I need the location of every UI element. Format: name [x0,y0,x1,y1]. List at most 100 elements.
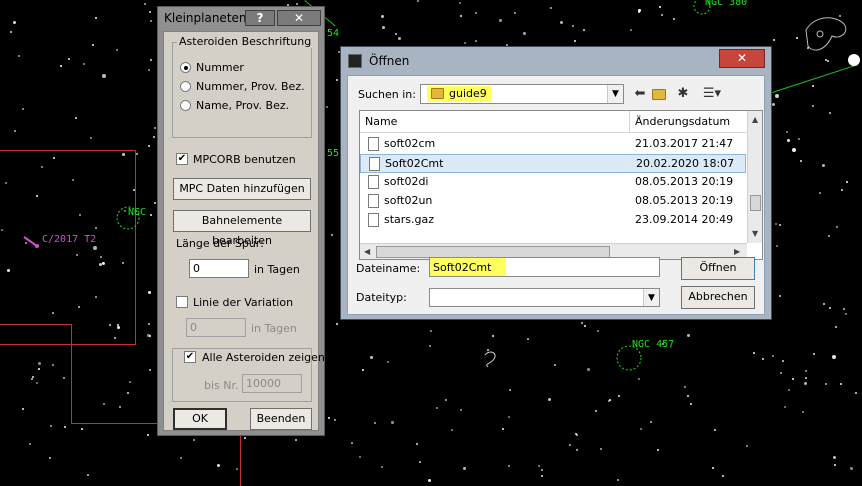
star [382,26,385,29]
back-icon[interactable]: ⬅ [632,86,648,102]
star [60,65,62,67]
sky-chart-background[interactable]: NGC 380 NGC NGC 457 54 55 C/2017 T2 Klei… [0,0,862,486]
star [36,195,38,197]
star [775,94,779,98]
star [475,12,477,14]
variation-label[interactable]: Linie der Variation [193,296,293,309]
star [87,474,89,476]
abbrechen-button[interactable]: Abbrechen [681,286,755,309]
star [419,461,421,463]
star [150,59,152,61]
help-button[interactable]: ? [245,10,275,26]
star [762,358,764,360]
star [550,7,552,9]
star [127,392,129,394]
close-button[interactable]: ✕ [719,49,765,68]
variation-input: 0 [186,318,246,337]
file-row[interactable]: soft02di 08.05.2013 20:19 [360,173,746,192]
star [587,368,590,371]
ok-button[interactable]: OK [173,408,227,430]
bahnelemente-bearbeiten-button[interactable]: Bahnelemente bearbeiten [173,210,311,247]
radio-nummer-prov-bez[interactable] [180,81,191,92]
view-menu-icon[interactable]: ☰▾ [699,86,725,102]
beenden-button[interactable]: Beenden [250,408,312,430]
vertical-scrollbar[interactable]: ▲ ▼ [747,111,762,243]
chevron-down-icon[interactable]: ▼ [643,289,659,306]
mpcorb-label[interactable]: MPCORB benutzen [193,153,296,166]
star [638,378,640,380]
star [780,372,782,374]
star [792,148,796,152]
star [832,355,836,359]
star [459,2,461,4]
comet-label[interactable]: C/2017 T2 [42,234,96,245]
oeffnen-button[interactable]: Öffnen [681,257,755,280]
star [41,166,43,168]
file-row[interactable]: soft02cm 21.03.2017 21:47 [360,135,746,154]
star [429,345,431,347]
star [236,468,238,470]
star [103,403,105,405]
file-name: soft02di [384,175,429,188]
star [217,464,220,467]
star [398,37,401,40]
star [514,12,516,14]
star [819,192,821,194]
file-name: soft02un [384,194,433,207]
radio-name-prov-bez[interactable] [180,100,191,111]
star [116,49,118,51]
radio-nummer-prov-bez-label[interactable]: Nummer, Prov. Bez. [196,80,305,93]
radio-nummer[interactable] [180,62,191,73]
column-date[interactable]: Änderungsdatum [630,111,746,133]
spur-input[interactable]: 0 [189,259,249,278]
oeffnen-titlebar[interactable]: Öffnen ✕ [341,47,771,75]
scroll-up-icon[interactable]: ▲ [752,115,758,124]
star [49,457,51,459]
radio-name-prov-bez-label[interactable]: Name, Prov. Bez. [196,99,289,112]
star-label-54: 54 [327,28,340,39]
up-folder-icon[interactable] [651,86,667,102]
dialog-title: Kleinplaneten [164,11,247,25]
scroll-down-icon[interactable]: ▼ [752,229,758,238]
mpcorb-checkbox[interactable]: ✔ [176,153,188,165]
close-button[interactable]: ✕ [277,10,321,26]
alle-asteroiden-label[interactable]: Alle Asteroiden zeigen [202,351,325,364]
star [460,15,462,17]
kleinplaneten-client: Asteroiden Beschriftung Nummer Nummer, P… [163,31,325,431]
star [499,19,502,22]
variation-checkbox[interactable] [176,296,188,308]
star [63,377,65,379]
alle-asteroiden-checkbox[interactable]: ✔ [184,351,196,363]
star [149,369,151,371]
scroll-right-icon[interactable]: ▶ [734,247,740,256]
suchen-in-combo[interactable]: guide9 ▼ [420,84,624,104]
star [102,74,106,78]
star [841,189,843,191]
radio-nummer-label[interactable]: Nummer [196,61,244,74]
star [843,308,845,310]
file-row[interactable]: Soft02Cmt 20.02.2020 18:07 [360,154,746,173]
comet-icon[interactable] [22,235,40,249]
kleinplaneten-titlebar[interactable]: Kleinplaneten ? ✕ [158,7,324,29]
scroll-left-icon[interactable]: ◀ [364,247,370,256]
vertical-scroll-thumb[interactable] [750,195,761,211]
star [328,417,330,419]
chevron-down-icon[interactable]: ▼ [607,85,623,103]
star [95,296,97,298]
dateityp-select[interactable]: ▼ [429,288,660,307]
file-row[interactable]: soft02un 08.05.2013 20:19 [360,192,746,211]
star [149,11,151,13]
star [72,179,74,181]
file-list[interactable]: Name Änderungsdatum soft02cm 21.03.2017 2… [359,110,763,260]
column-name[interactable]: Name [360,111,630,133]
mpc-daten-hinzufuegen-button[interactable]: MPC Daten hinzufügen [173,178,311,200]
file-list-header: Name Änderungsdatum [360,111,746,133]
new-folder-icon[interactable]: ✱ [675,86,691,102]
file-row[interactable]: stars.gaz 23.09.2014 20:49 [360,211,746,230]
star [541,469,543,471]
bright-star[interactable] [848,54,860,66]
star [802,411,804,413]
star [812,105,814,107]
dateiname-input[interactable]: Soft02Cmt [429,257,660,277]
star [52,364,54,366]
